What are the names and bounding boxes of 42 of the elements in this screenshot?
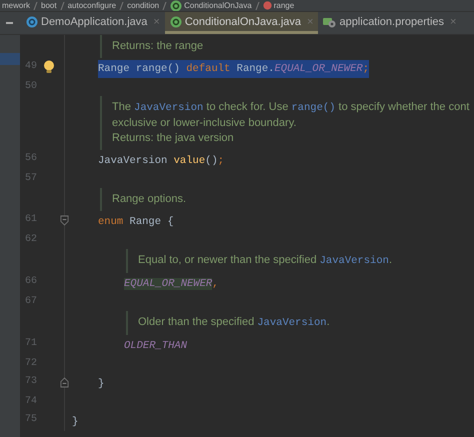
doc-comment: Range options. bbox=[100, 188, 474, 211]
code-line: JavaVersion value(); bbox=[98, 154, 224, 169]
method-icon bbox=[262, 1, 272, 10]
doc-comment: Equal to, or newer than the specified JavaVersion. bbox=[126, 249, 474, 273]
editor-tab[interactable]: application.properties × bbox=[318, 12, 462, 34]
fold-icon[interactable] bbox=[60, 215, 69, 226]
annotation-icon bbox=[170, 0, 182, 11]
settings-icon bbox=[323, 16, 336, 28]
line-number: 73 bbox=[25, 375, 38, 389]
breadcrumb-item[interactable]: autoconfigure bbox=[68, 0, 116, 10]
line-number: 49 bbox=[25, 60, 38, 74]
line-number: 71 bbox=[25, 337, 38, 351]
line-number: 67 bbox=[25, 295, 38, 309]
breadcrumb-item[interactable]: range bbox=[262, 0, 294, 10]
line-number: 66 bbox=[25, 275, 38, 289]
code-line: } bbox=[98, 377, 104, 392]
lightbulb-icon[interactable] bbox=[43, 60, 55, 74]
breadcrumb-item[interactable]: condition bbox=[127, 0, 160, 10]
breadcrumb-item[interactable]: ConditionalOnJava bbox=[170, 0, 252, 11]
doc-comment: Older than the specified JavaVersion. bbox=[126, 311, 474, 335]
fold-icon[interactable] bbox=[60, 377, 69, 388]
code-line: enum Range { bbox=[98, 215, 174, 230]
line-number: 57 bbox=[25, 172, 38, 186]
line-number: 74 bbox=[25, 395, 38, 409]
annotation-icon bbox=[170, 16, 182, 28]
doc-comment: The JavaVersion to check for. Use range() to specify whether the cont exclusive or lower-inclusive boundary. Returns: the java version bbox=[100, 96, 474, 150]
editor-tab[interactable]: ConditionalOnJava.java × bbox=[164, 12, 318, 34]
selection-highlight bbox=[0, 53, 20, 65]
editor-tab[interactable]: DemoApplication.java × bbox=[21, 12, 165, 34]
code-line: OLDER_THAN bbox=[124, 339, 188, 354]
line-number: 62 bbox=[25, 233, 38, 247]
breadcrumb-item[interactable]: boot bbox=[41, 0, 57, 10]
code-line: EQUAL_OR_NEWER, bbox=[124, 277, 219, 292]
line-number: 61 bbox=[25, 213, 38, 227]
code-line: } bbox=[72, 415, 78, 430]
line-number: 72 bbox=[25, 357, 38, 371]
class-icon bbox=[26, 16, 38, 28]
line-number: 75 bbox=[25, 413, 38, 427]
line-number: 56 bbox=[25, 152, 38, 166]
line-number: 50 bbox=[25, 80, 38, 94]
doc-comment: Returns: the range bbox=[100, 35, 474, 58]
breadcrumb-item[interactable]: mework bbox=[2, 0, 30, 10]
